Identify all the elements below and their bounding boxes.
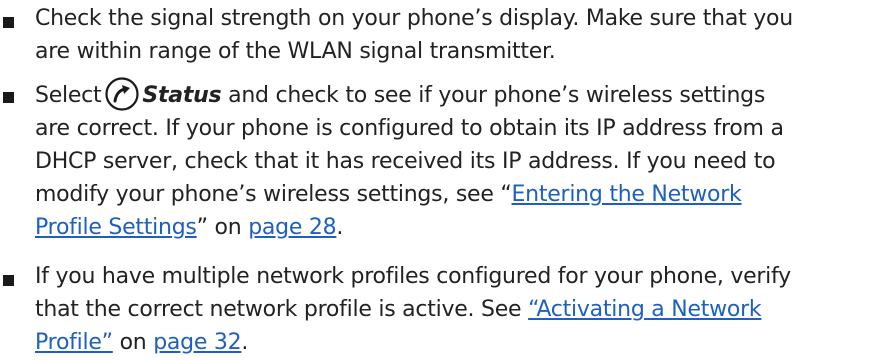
bullet-square [3, 275, 14, 286]
item2-line5-mid: ” on [196, 215, 242, 240]
item2-line1-rest: and check to see if your phone’s wireles… [228, 83, 766, 108]
link-page-28[interactable]: page 28 [248, 215, 336, 240]
select-word: Select [35, 83, 102, 108]
bullet-square [3, 17, 14, 28]
item2-line5-end: . [336, 215, 344, 240]
link-page-32[interactable]: page 32 [153, 330, 241, 355]
item3-line3-end: . [241, 330, 249, 355]
item1-line2: are within range of the WLAN signal tran… [35, 39, 556, 64]
status-menu-label: Status [142, 83, 222, 108]
bullet-square [3, 92, 14, 103]
link-activating-network-profile-part1[interactable]: “Activating a Network [528, 297, 762, 322]
link-entering-network-profile-part2[interactable]: Profile Settings [35, 215, 197, 240]
item2-line2: are correct. If your phone is configured… [35, 116, 784, 141]
link-activating-network-profile-part2[interactable]: Profile” [35, 330, 113, 355]
troubleshooting-list: Check the signal strength on your phone’… [0, 0, 893, 360]
item3-line3-mid: on [119, 330, 147, 355]
item1-line1: Check the signal strength on your phone’… [35, 6, 793, 31]
item3-line1: If you have multiple network profiles co… [35, 264, 791, 289]
link-entering-network-profile-part1[interactable]: Entering the Network [512, 182, 742, 207]
item2-line3: DHCP server, check that it has received … [35, 149, 776, 174]
home-arrow-icon [105, 77, 139, 111]
item2-line4-pre: modify your phone’s wireless settings, s… [35, 182, 512, 207]
item3-line2-pre: that the correct network profile is acti… [35, 297, 522, 322]
